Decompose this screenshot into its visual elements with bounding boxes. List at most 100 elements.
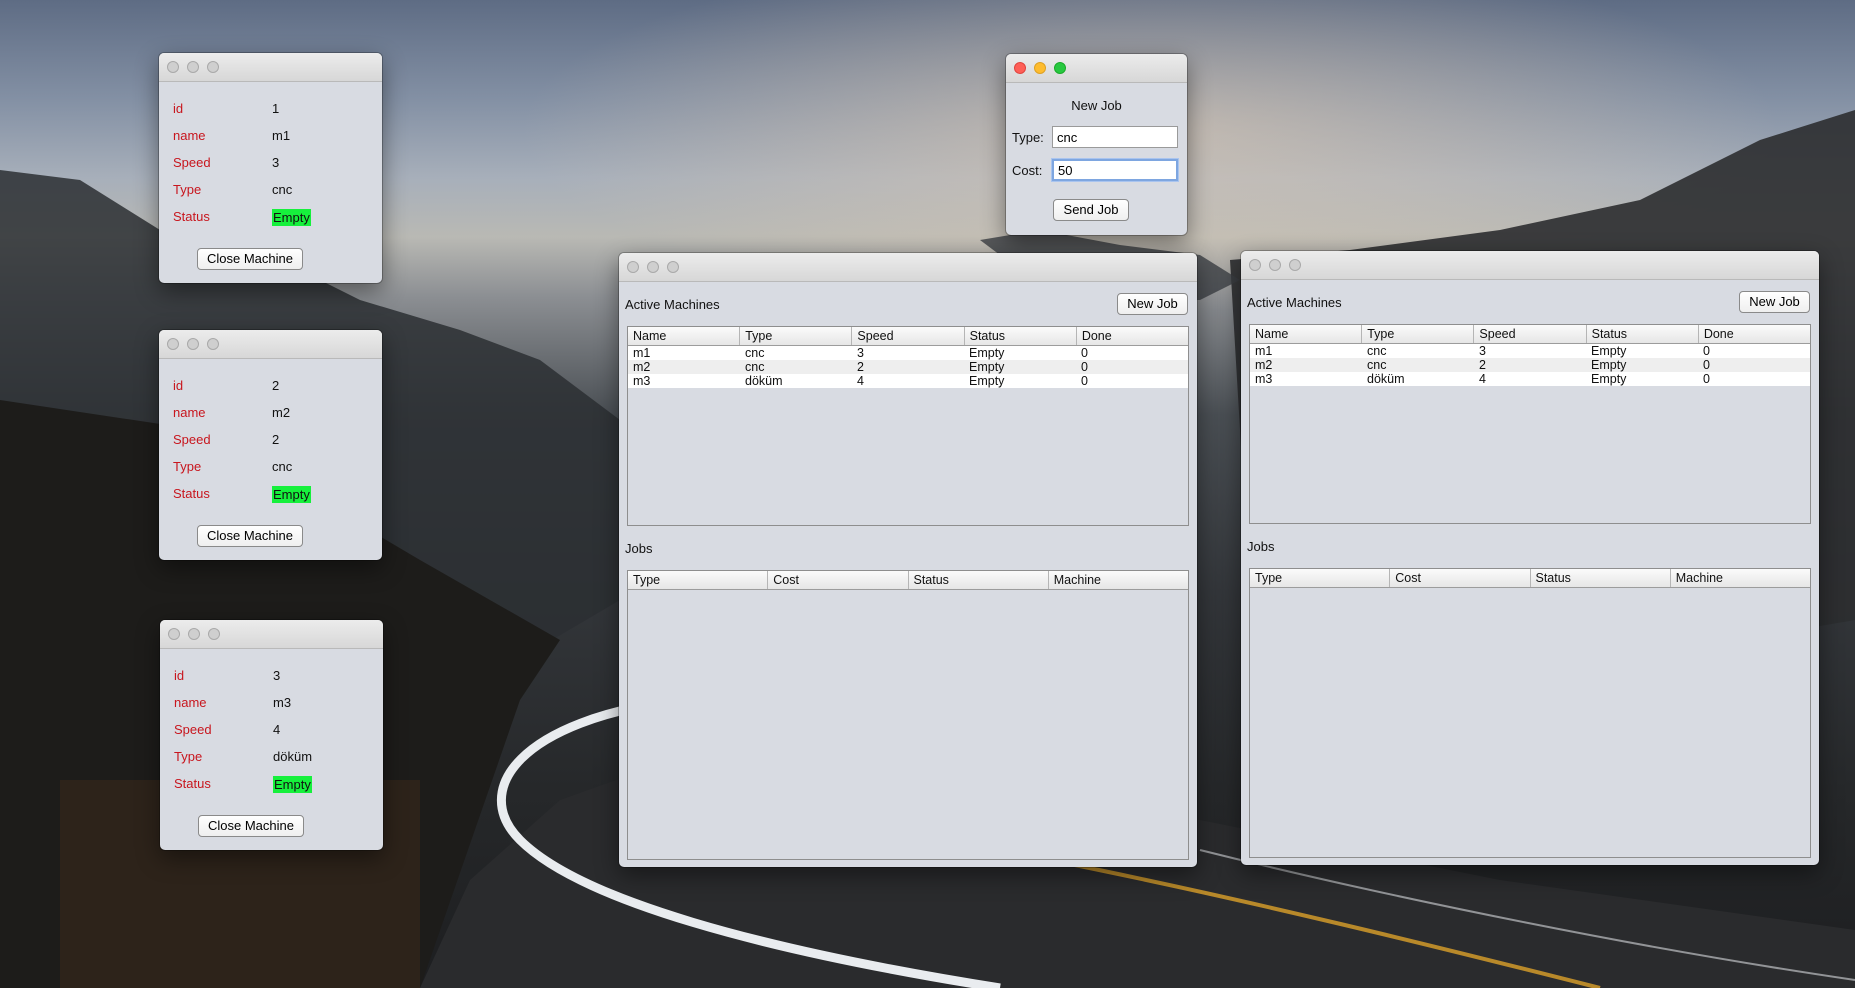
minimize-window-icon[interactable] (187, 61, 199, 73)
speed-value: 4 (273, 722, 281, 737)
name-label: name (173, 405, 206, 420)
cell-done: 0 (1703, 344, 1710, 358)
minimize-window-icon[interactable] (187, 338, 199, 350)
server-window-2: Active Machines New Job Name Type Speed … (1241, 251, 1819, 865)
status-label: Status (174, 776, 211, 791)
new-job-button[interactable]: New Job (1739, 291, 1810, 313)
type-label: Type (173, 459, 202, 474)
cell-type: cnc (1367, 344, 1387, 358)
close-machine-button[interactable]: Close Machine (198, 815, 304, 837)
zoom-window-icon[interactable] (1054, 62, 1066, 74)
name-value: m3 (273, 695, 292, 710)
cell-name: m3 (1255, 372, 1273, 386)
table-header: Name Type Speed Status Done (628, 327, 1188, 346)
column-header-done[interactable]: Done (1077, 327, 1188, 345)
table-row[interactable]: m3 döküm 4 Empty 0 (1250, 372, 1810, 386)
table-row[interactable]: m3 döküm 4 Empty 0 (628, 374, 1188, 388)
table-row[interactable]: m2 cnc 2 Empty 0 (628, 360, 1188, 374)
active-machines-label: Active Machines (625, 297, 720, 312)
close-window-icon[interactable] (167, 338, 179, 350)
column-header-name[interactable]: Name (1250, 325, 1363, 343)
title-bar[interactable] (1006, 54, 1187, 83)
column-header-status[interactable]: Status (1531, 569, 1671, 587)
row-name: name m2 (159, 405, 382, 432)
column-header-status[interactable]: Status (909, 571, 1049, 589)
row-name: name m3 (160, 695, 383, 722)
table-row[interactable]: m1 cnc 3 Empty 0 (1250, 344, 1810, 358)
column-header-cost[interactable]: Cost (768, 571, 909, 589)
table-header: Type Cost Status Machine (1250, 569, 1810, 588)
row-speed: Speed 3 (159, 155, 382, 182)
status-label: Status (173, 209, 210, 224)
new-job-button[interactable]: New Job (1117, 293, 1188, 315)
column-header-done[interactable]: Done (1699, 325, 1810, 343)
cost-input[interactable] (1052, 159, 1178, 181)
close-machine-button[interactable]: Close Machine (197, 525, 303, 547)
cell-name: m2 (1255, 358, 1273, 372)
close-window-icon[interactable] (168, 628, 180, 640)
title-bar[interactable] (159, 53, 382, 82)
column-header-speed[interactable]: Speed (1474, 325, 1587, 343)
cell-done: 0 (1081, 374, 1088, 388)
column-header-name[interactable]: Name (628, 327, 741, 345)
row-type: Type cnc (159, 459, 382, 486)
close-window-icon[interactable] (167, 61, 179, 73)
type-input[interactable] (1052, 126, 1178, 148)
column-header-status[interactable]: Status (1587, 325, 1699, 343)
column-header-type[interactable]: Type (1362, 325, 1475, 343)
row-id: id 2 (159, 378, 382, 405)
row-speed: Speed 2 (159, 432, 382, 459)
title-bar[interactable] (160, 620, 383, 649)
column-header-machine[interactable]: Machine (1671, 569, 1810, 587)
dialog-title: New Job (1071, 98, 1122, 113)
type-value: döküm (273, 749, 313, 764)
column-header-type[interactable]: Type (1250, 569, 1391, 587)
minimize-window-icon[interactable] (1034, 62, 1046, 74)
cell-done: 0 (1081, 346, 1088, 360)
zoom-window-icon[interactable] (667, 261, 679, 273)
zoom-window-icon[interactable] (1289, 259, 1301, 271)
id-label: id (174, 668, 185, 683)
table-row[interactable]: m2 cnc 2 Empty 0 (1250, 358, 1810, 372)
cell-done: 0 (1081, 360, 1088, 374)
minimize-window-icon[interactable] (188, 628, 200, 640)
row-type: Type cnc (159, 182, 382, 209)
type-label: Type (174, 749, 203, 764)
new-job-dialog: New Job Type: Cost: Send Job (1006, 54, 1187, 235)
column-header-type[interactable]: Type (628, 571, 769, 589)
cell-name: m3 (633, 374, 651, 388)
cell-type: cnc (745, 360, 765, 374)
column-header-cost[interactable]: Cost (1390, 569, 1531, 587)
title-bar[interactable] (619, 253, 1197, 282)
close-machine-button[interactable]: Close Machine (197, 248, 303, 270)
send-job-button[interactable]: Send Job (1053, 199, 1129, 221)
cell-status: Empty (1591, 372, 1627, 386)
table-header: Type Cost Status Machine (628, 571, 1188, 590)
table-empty-area (628, 590, 1188, 859)
cell-speed: 4 (1479, 372, 1486, 386)
minimize-window-icon[interactable] (1269, 259, 1281, 271)
close-window-icon[interactable] (1249, 259, 1261, 271)
zoom-window-icon[interactable] (207, 61, 219, 73)
machine-info: id 3 name m3 Speed 4 Type döküm Status Empty (160, 668, 383, 803)
row-speed: Speed 4 (160, 722, 383, 749)
title-bar[interactable] (159, 330, 382, 359)
cell-done: 0 (1703, 358, 1710, 372)
column-header-status[interactable]: Status (965, 327, 1077, 345)
column-header-type[interactable]: Type (740, 327, 853, 345)
column-header-machine[interactable]: Machine (1049, 571, 1188, 589)
close-window-icon[interactable] (627, 261, 639, 273)
close-window-icon[interactable] (1014, 62, 1026, 74)
cell-type: cnc (1367, 358, 1387, 372)
cell-status: Empty (1591, 358, 1627, 372)
cell-status: Empty (969, 360, 1005, 374)
column-header-speed[interactable]: Speed (852, 327, 965, 345)
minimize-window-icon[interactable] (647, 261, 659, 273)
zoom-window-icon[interactable] (208, 628, 220, 640)
zoom-window-icon[interactable] (207, 338, 219, 350)
cell-type: döküm (1367, 372, 1405, 386)
cell-done: 0 (1703, 372, 1710, 386)
title-bar[interactable] (1241, 251, 1819, 280)
speed-label: Speed (173, 432, 211, 447)
table-row[interactable]: m1 cnc 3 Empty 0 (628, 346, 1188, 360)
